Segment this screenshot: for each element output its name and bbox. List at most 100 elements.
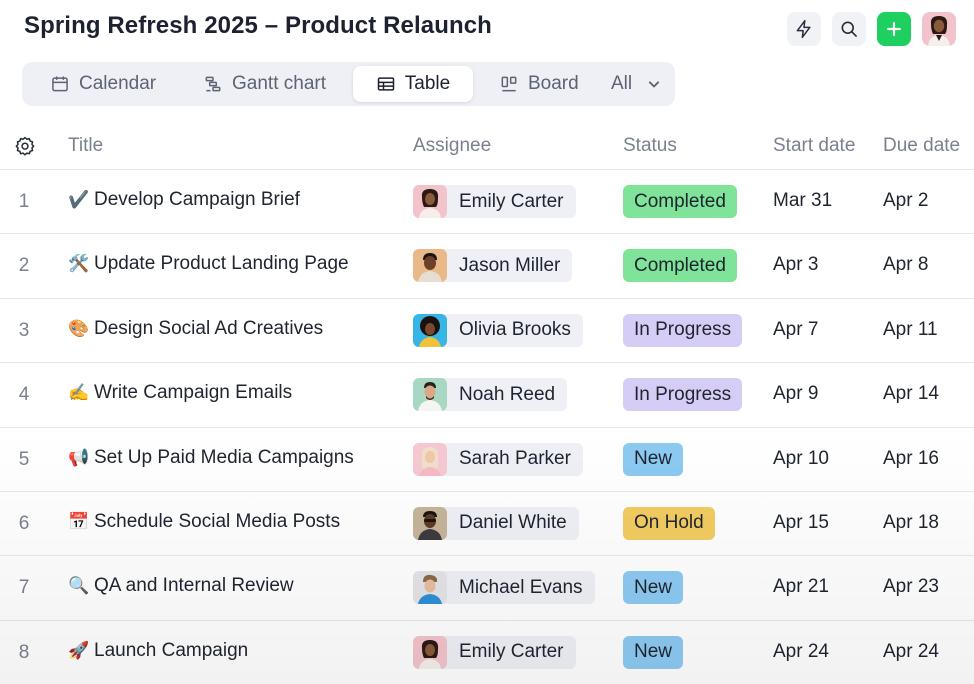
chevron-down-icon: [649, 81, 660, 88]
due-date[interactable]: Apr 24: [883, 641, 939, 663]
table-icon: [377, 77, 395, 91]
assignee-chip[interactable]: Daniel White: [413, 506, 579, 540]
column-header-title[interactable]: Title: [68, 135, 103, 157]
start-date[interactable]: Apr 21: [773, 576, 829, 598]
column-header-assignee[interactable]: Assignee: [413, 135, 491, 157]
task-title-text: Develop Campaign Brief: [94, 189, 300, 210]
table-row[interactable]: 8 🚀 Launch Campaign Emily Carter New Apr …: [0, 620, 974, 684]
start-date[interactable]: Apr 7: [773, 319, 818, 341]
avatar: [413, 378, 447, 412]
due-date[interactable]: Apr 23: [883, 576, 939, 598]
task-title-text: Update Product Landing Page: [94, 253, 349, 275]
tab-board-label: Board: [528, 73, 579, 94]
row-number: 1: [18, 191, 30, 212]
status-badge[interactable]: Completed: [623, 249, 737, 283]
tab-calendar-label: Calendar: [79, 73, 157, 94]
table-row[interactable]: 1 ✔️ Develop Campaign Brief Emily Carter …: [0, 170, 974, 235]
status-badge[interactable]: In Progress: [623, 378, 743, 412]
status-badge[interactable]: On Hold: [623, 506, 715, 540]
status-badge[interactable]: New: [623, 571, 684, 605]
assignee-name: Michael Evans: [459, 576, 583, 598]
task-title[interactable]: ✍️ Write Campaign Emails: [68, 382, 292, 404]
assignee-chip[interactable]: Emily Carter: [413, 635, 576, 669]
avatar: [413, 635, 447, 669]
row-number: 5: [18, 448, 30, 470]
status-badge[interactable]: Completed: [623, 185, 737, 218]
start-date[interactable]: Apr 9: [773, 383, 818, 405]
task-title[interactable]: 📅 Schedule Social Media Posts: [68, 511, 340, 533]
row-number: 2: [18, 255, 30, 277]
status-badge[interactable]: New: [623, 442, 684, 476]
task-title[interactable]: 🚀 Launch Campaign: [68, 640, 248, 662]
bolt-icon: [796, 19, 811, 39]
table-row[interactable]: 7 🔍 QA and Internal Review Michael Evans …: [0, 556, 974, 621]
due-date[interactable]: Apr 11: [883, 319, 938, 341]
due-date[interactable]: Apr 16: [883, 448, 939, 470]
assignee-chip[interactable]: Noah Reed: [413, 378, 568, 412]
page-header: Spring Refresh 2025 – Product Relaunch: [0, 0, 974, 58]
avatar: [413, 506, 447, 540]
column-header-due-date[interactable]: Due date: [883, 135, 960, 157]
assignee-chip[interactable]: Michael Evans: [413, 571, 595, 605]
start-date[interactable]: Apr 15: [773, 512, 829, 534]
table-row[interactable]: 6 📅 Schedule Social Media Posts Daniel Wh…: [0, 491, 974, 557]
search-icon: [841, 21, 857, 37]
assignee-name: Noah Reed: [459, 383, 556, 405]
megaphone-icon: 📢: [68, 447, 90, 467]
assignee-chip[interactable]: Sarah Parker: [413, 442, 583, 476]
row-number: 4: [18, 384, 30, 406]
user-avatar[interactable]: [922, 12, 956, 46]
view-tabs: Calendar Gantt chart Table Board All: [22, 62, 675, 106]
page-title: Spring Refresh 2025 – Product Relaunch: [24, 12, 492, 39]
task-title[interactable]: 🎨 Design Social Ad Creatives: [68, 318, 323, 340]
column-header-start-date[interactable]: Start date: [773, 135, 855, 157]
tab-board[interactable]: Board: [493, 66, 585, 102]
checkmark-icon: ✔️: [68, 190, 90, 209]
tab-calendar[interactable]: Calendar: [44, 66, 162, 102]
start-date[interactable]: Apr 3: [773, 254, 818, 276]
task-title[interactable]: 📢 Set Up Paid Media Campaigns: [68, 447, 354, 469]
search-button[interactable]: [832, 12, 866, 46]
tab-table-label: Table: [404, 73, 451, 94]
add-button[interactable]: [877, 12, 911, 46]
table-row[interactable]: 3 🎨 Design Social Ad Creatives Olivia Bro…: [0, 298, 974, 364]
tab-gantt-label: Gantt chart: [232, 73, 326, 94]
row-number: 6: [18, 512, 30, 534]
start-date[interactable]: Apr 24: [773, 641, 829, 663]
task-title[interactable]: 🛠️ Update Product Landing Page: [68, 253, 349, 275]
due-date[interactable]: Apr 8: [883, 254, 928, 276]
due-date[interactable]: Apr 2: [883, 190, 928, 212]
task-title-text: QA and Internal Review: [94, 575, 294, 597]
column-header-status[interactable]: Status: [623, 135, 677, 157]
calendar-emoji-icon: 📅: [68, 511, 90, 531]
board-icon: [501, 76, 517, 92]
status-badge[interactable]: New: [623, 635, 684, 669]
due-date[interactable]: Apr 18: [883, 512, 939, 534]
due-date[interactable]: Apr 14: [883, 383, 939, 405]
tab-gantt-chart[interactable]: Gantt chart: [197, 66, 332, 102]
assignee-chip[interactable]: Emily Carter: [413, 185, 576, 218]
status-badge[interactable]: In Progress: [623, 313, 743, 347]
table-row[interactable]: 4 ✍️ Write Campaign Emails Noah Reed In P…: [0, 363, 974, 428]
automation-button[interactable]: [787, 12, 821, 46]
tab-all-dropdown[interactable]: All: [605, 66, 670, 102]
table-row[interactable]: 5 📢 Set Up Paid Media Campaigns Sarah Par…: [0, 427, 974, 492]
calendar-icon: [52, 76, 68, 92]
magnifier-icon: 🔍: [68, 576, 90, 596]
start-date[interactable]: Apr 10: [773, 448, 829, 470]
start-date[interactable]: Mar 31: [773, 190, 832, 212]
assignee-name: Olivia Brooks: [459, 319, 571, 341]
rocket-icon: 🚀: [68, 640, 90, 660]
assignee-chip[interactable]: Olivia Brooks: [413, 313, 583, 347]
assignee-chip[interactable]: Jason Miller: [413, 249, 573, 283]
task-title[interactable]: ✔️ Develop Campaign Brief: [68, 189, 300, 211]
task-title-text: Schedule Social Media Posts: [94, 510, 341, 532]
gear-icon[interactable]: [14, 135, 36, 157]
task-title[interactable]: 🔍 QA and Internal Review: [68, 575, 294, 597]
table-row[interactable]: 2 🛠️ Update Product Landing Page Jason Mi…: [0, 234, 974, 299]
avatar: [413, 442, 447, 476]
avatar: [413, 313, 447, 347]
tab-table[interactable]: Table: [353, 66, 473, 102]
assignee-name: Jason Miller: [459, 254, 561, 276]
avatar: [413, 185, 447, 218]
